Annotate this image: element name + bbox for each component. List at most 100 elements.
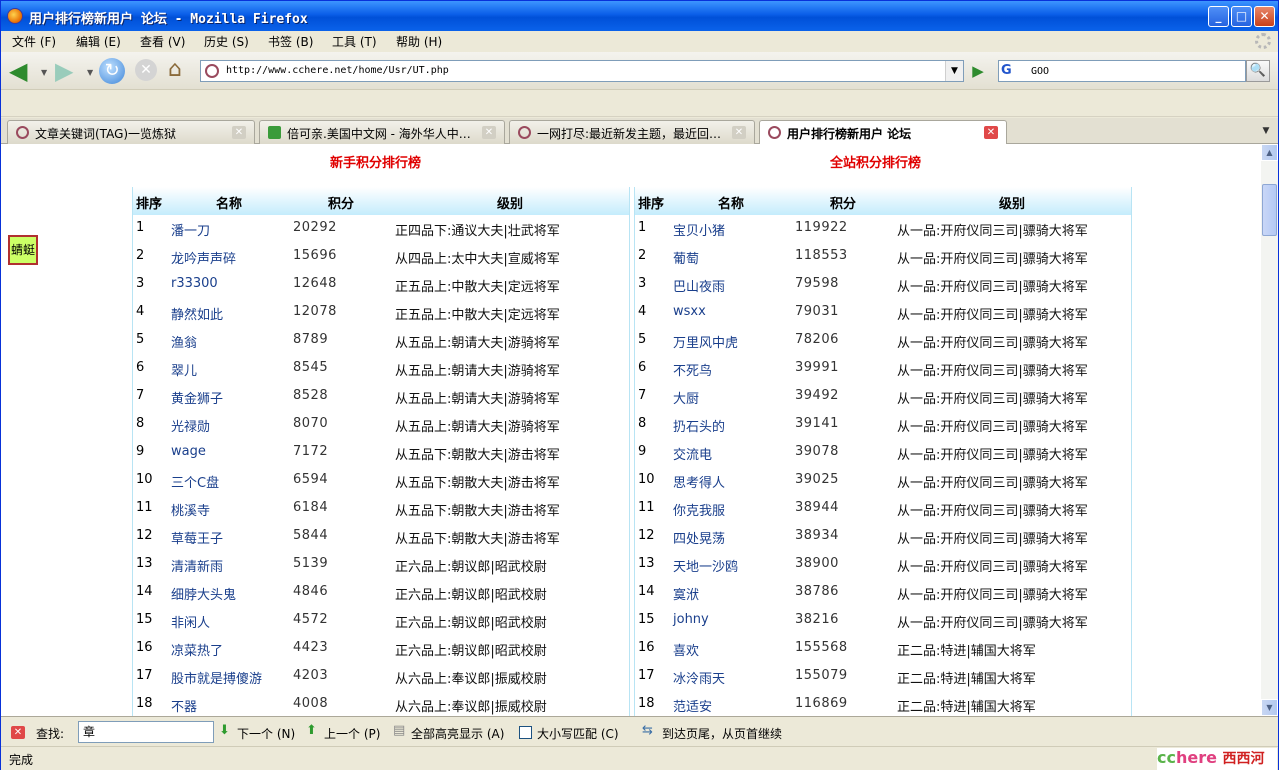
close-window-button[interactable]: ✕: [1254, 6, 1275, 27]
username-link[interactable]: 龙吟声声碎: [171, 248, 236, 267]
menu-view[interactable]: 查看 (V): [140, 33, 185, 50]
find-next-arrow-icon[interactable]: ⬇: [219, 723, 230, 738]
username-link[interactable]: 喜欢: [673, 640, 699, 659]
username-link[interactable]: 巴山夜雨: [673, 276, 725, 295]
username-link[interactable]: 细脖大头鬼: [171, 584, 236, 603]
tab-backchina[interactable]: 倍可亲.美国中文网 - 海外华人中… ✕: [259, 120, 505, 144]
vertical-scrollbar[interactable]: ▲ ▼: [1261, 144, 1278, 716]
username-link[interactable]: 你克我服: [673, 500, 725, 519]
score-cell: 7172: [293, 444, 329, 459]
username-link[interactable]: 大厨: [673, 388, 699, 407]
username-link[interactable]: 思考得人: [673, 472, 725, 491]
address-url[interactable]: http://www.cchere.net/home/Usr/UT.php: [226, 65, 449, 76]
search-box[interactable]: G: [998, 60, 1246, 82]
maximize-button[interactable]: □: [1231, 6, 1252, 27]
rank-cell: 8: [638, 416, 647, 431]
search-engine-google-icon[interactable]: G: [1001, 63, 1029, 79]
reload-icon[interactable]: ↻: [99, 58, 125, 84]
forward-arrow-icon[interactable]: ▶: [55, 59, 73, 83]
highlight-all-button[interactable]: 全部高亮显示 (A): [411, 725, 504, 742]
search-magnifier-icon[interactable]: 🔍: [1246, 60, 1270, 82]
match-case-checkbox[interactable]: [519, 726, 532, 739]
go-arrow-icon[interactable]: ▶: [968, 62, 988, 80]
search-input[interactable]: [1031, 63, 1241, 79]
match-case-label[interactable]: 大小写匹配 (C): [537, 725, 619, 742]
find-input[interactable]: 章: [78, 721, 214, 743]
tab-close-icon[interactable]: ✕: [482, 126, 496, 139]
url-history-dropdown-icon[interactable]: ▼: [945, 61, 963, 81]
username-link[interactable]: 黄金狮子: [171, 388, 223, 407]
username-link[interactable]: 不死鸟: [673, 360, 712, 379]
username-link[interactable]: 翠儿: [171, 360, 197, 379]
username-link[interactable]: 清清新雨: [171, 556, 223, 575]
username-link[interactable]: johny: [673, 612, 709, 627]
username-link[interactable]: wage: [171, 444, 206, 459]
logo-part-xixihe: 西西河: [1222, 751, 1265, 767]
tab-tag-list[interactable]: 文章关键词(TAG)一览炼狱 ✕: [7, 120, 255, 144]
forward-history-dropdown-icon[interactable]: ▼: [87, 68, 93, 77]
scroll-down-icon[interactable]: ▼: [1261, 699, 1278, 716]
username-link[interactable]: 光禄勋: [171, 416, 210, 435]
username-link[interactable]: 宝贝小猪: [673, 220, 725, 239]
level-cell: 从五品上:朝请大夫|游骑将军: [395, 392, 560, 407]
table-row: 3 r33300 12648 正五品上:中散大夫|定远将军: [133, 271, 629, 299]
tab-close-icon[interactable]: ✕: [732, 126, 746, 139]
username-link[interactable]: 天地一沙鸥: [673, 556, 738, 575]
username-link[interactable]: 静然如此: [171, 304, 223, 323]
tab-user-ranking[interactable]: 用户排行榜新用户 论坛 ✕: [759, 120, 1007, 145]
username-link[interactable]: 葡萄: [673, 248, 699, 267]
username-link[interactable]: 不器: [171, 696, 197, 715]
username-link[interactable]: wsxx: [673, 304, 706, 319]
menu-edit[interactable]: 编辑 (E): [76, 33, 121, 50]
address-bar[interactable]: http://www.cchere.net/home/Usr/UT.php ▼: [200, 60, 964, 82]
username-link[interactable]: 万里风中虎: [673, 332, 738, 351]
highlight-icon[interactable]: ▤: [393, 723, 405, 738]
tab-latest-topics[interactable]: 一网打尽:最近新发主题，最近回… ✕: [509, 120, 755, 144]
floating-badge[interactable]: 蜻蜓: [8, 235, 38, 265]
menu-bookmarks[interactable]: 书签 (B): [268, 33, 313, 50]
username-link[interactable]: r33300: [171, 276, 218, 291]
back-arrow-icon[interactable]: ◀: [9, 59, 27, 83]
rank-cell: 8: [136, 416, 145, 431]
table-row: 4 静然如此 12078 正五品上:中散大夫|定远将军: [133, 299, 629, 327]
username-link[interactable]: 渔翁: [171, 332, 197, 351]
find-next-button[interactable]: 下一个 (N): [237, 725, 295, 742]
username-link[interactable]: 非闲人: [171, 612, 210, 631]
level-cell: 从六品上:奉议郎|振威校尉: [395, 700, 547, 715]
username-link[interactable]: 扔石头的: [673, 416, 725, 435]
back-history-dropdown-icon[interactable]: ▼: [41, 68, 47, 77]
username-link[interactable]: 股市就是搏傻游: [171, 668, 262, 687]
menu-help[interactable]: 帮助 (H): [396, 33, 442, 50]
tab-label: 一网打尽:最近新发主题，最近回…: [537, 127, 722, 141]
username-link[interactable]: 凉菜热了: [171, 640, 223, 659]
rank-cell: 1: [638, 220, 647, 235]
menu-file[interactable]: 文件 (F): [12, 33, 56, 50]
username-link[interactable]: 交流电: [673, 444, 712, 463]
home-icon[interactable]: ⌂: [168, 58, 182, 82]
username-link[interactable]: 范适安: [673, 696, 712, 715]
header-level: 级别: [999, 197, 1026, 212]
stop-icon[interactable]: ✕: [135, 59, 157, 81]
header-rank: 排序: [136, 197, 163, 212]
tab-list-dropdown-icon[interactable]: ▼: [1257, 121, 1275, 141]
menu-history[interactable]: 历史 (S): [204, 33, 249, 50]
menu-tools[interactable]: 工具 (T): [332, 33, 377, 50]
table-row: 16 喜欢 155568 正二品:特进|辅国大将军: [635, 635, 1131, 663]
username-link[interactable]: 草莓王子: [171, 528, 223, 547]
username-link[interactable]: 冰泠雨天: [673, 668, 725, 687]
username-link[interactable]: 潘一刀: [171, 220, 210, 239]
username-link[interactable]: 四处晃荡: [673, 528, 725, 547]
level-cell: 从一品:开府仪同三司|骠骑大将军: [897, 476, 1088, 491]
tab-close-icon[interactable]: ✕: [984, 126, 998, 139]
scroll-up-icon[interactable]: ▲: [1261, 144, 1278, 161]
find-prev-arrow-icon[interactable]: ⬆: [306, 723, 317, 738]
username-link[interactable]: 三个C盘: [171, 472, 219, 491]
tab-close-icon[interactable]: ✕: [232, 126, 246, 139]
find-previous-button[interactable]: 上一个 (P): [324, 725, 380, 742]
username-link[interactable]: 桃溪寺: [171, 500, 210, 519]
score-cell: 5844: [293, 528, 329, 543]
scrollbar-thumb[interactable]: [1262, 184, 1277, 236]
minimize-button[interactable]: _: [1208, 6, 1229, 27]
username-link[interactable]: 寞洑: [673, 584, 699, 603]
find-close-icon[interactable]: ✕: [11, 726, 25, 739]
